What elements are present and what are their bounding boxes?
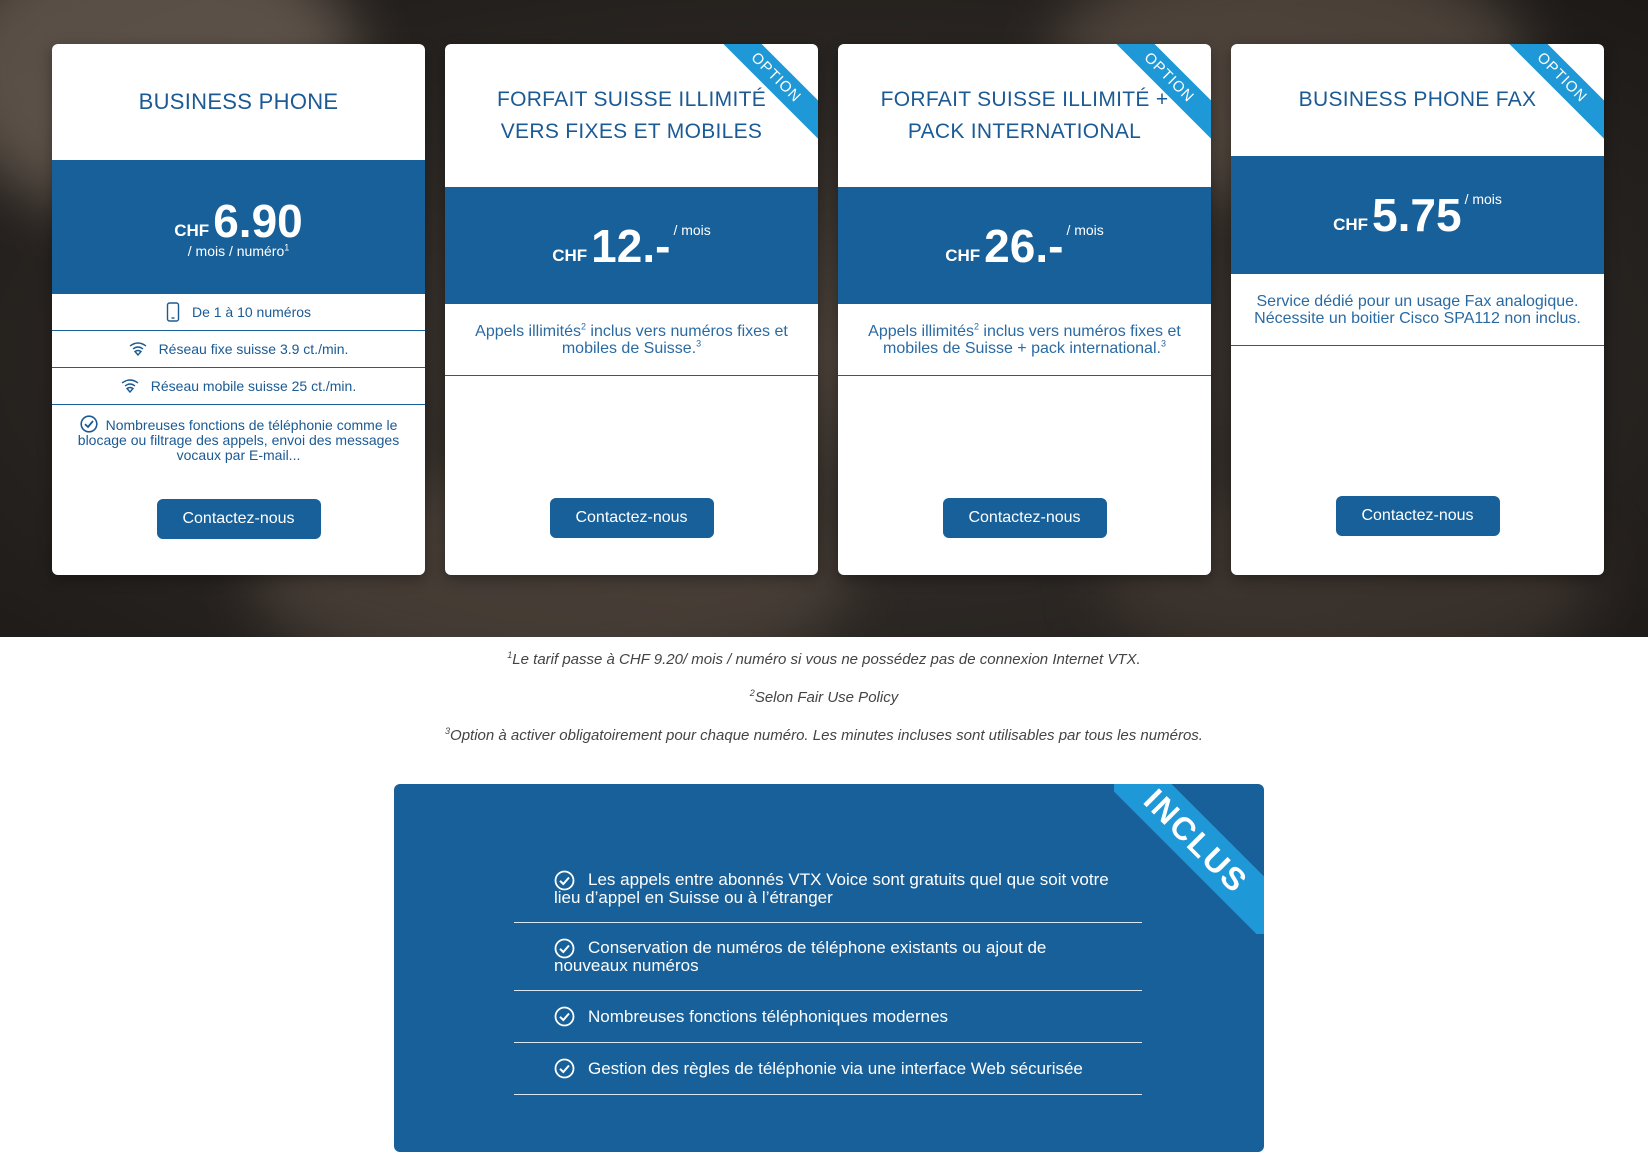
price-currency: CHF (552, 245, 588, 265)
check-circle-icon (554, 938, 575, 959)
price: CHF 12.- / mois (552, 220, 711, 272)
price: CHF 6.90 (174, 195, 302, 247)
contact-button[interactable]: Contactez-nous (1335, 496, 1500, 536)
list-item: Gestion des règles de téléphonie via une… (514, 1043, 1142, 1095)
list-item: Les appels entre abonnés VTX Voice sont … (514, 856, 1142, 923)
check-circle-icon (554, 1058, 575, 1079)
plan-description: Appels illimités2 inclus vers numéros fi… (445, 304, 818, 376)
price: CHF 5.75 / mois (1333, 189, 1502, 241)
option-ribbon: OPTION (1111, 44, 1211, 144)
option-ribbon: OPTION (1504, 44, 1604, 144)
plan-card-forfait-international: OPTION FORFAIT SUISSE ILLIMITÉ + PACK IN… (838, 44, 1211, 575)
price-band: CHF 5.75 / mois (1231, 156, 1604, 274)
contact-button[interactable]: Contactez-nous (942, 498, 1107, 538)
price-currency: CHF (1333, 215, 1369, 234)
feature-telephony-functions: Nombreuses fonctions de téléphonie comme… (77, 415, 400, 463)
footnote: 3Option à activer obligatoirement pour c… (445, 726, 1203, 745)
price-unit: / mois (673, 221, 711, 238)
price-amount: 6.90 (213, 195, 303, 247)
footnote: 1Le tarif passe à CHF 9.20/ mois / numér… (507, 650, 1141, 669)
price-period: / mois / numéro1 (187, 242, 290, 259)
mobile-icon (166, 302, 180, 322)
plan-title: BUSINESS PHONE (138, 89, 339, 114)
check-circle-icon (554, 1006, 575, 1027)
price-currency: CHF (174, 221, 210, 240)
wifi-icon (129, 342, 146, 356)
price-amount: 5.75 (1372, 189, 1462, 241)
plan-card-business-phone: BUSINESS PHONE CHF 6.90 / mois / numéro1… (52, 44, 425, 575)
option-ribbon: OPTION (718, 44, 818, 144)
feature-fixed-rate: Réseau fixe suisse 3.9 ct./min. (52, 331, 425, 368)
contact-button[interactable]: Contactez-nous (156, 499, 321, 539)
feature-mobile-rate: Réseau mobile suisse 25 ct./min. (52, 368, 425, 405)
check-circle-icon (79, 415, 98, 433)
plan-description: Service dédié pour un usage Fax analogiq… (1231, 274, 1604, 346)
plan-card-business-phone-fax: OPTION BUSINESS PHONE FAX CHF 5.75 / moi… (1231, 44, 1604, 575)
included-features-panel: INCLUS Les appels entre abonnés VTX Voic… (394, 784, 1264, 1152)
contact-button[interactable]: Contactez-nous (549, 498, 714, 538)
check-circle-icon (554, 870, 575, 891)
list-item: Nombreuses fonctions téléphoniques moder… (514, 991, 1142, 1043)
price-band: CHF 26.- / mois (838, 187, 1211, 304)
footnotes: 1Le tarif passe à CHF 9.20/ mois / numér… (0, 648, 1648, 762)
footnote: 2Selon Fair Use Policy (749, 688, 899, 707)
price-band: CHF 12.- / mois (445, 187, 818, 304)
plan-description: Appels illimités2 inclus vers numéros fi… (838, 304, 1211, 376)
price-amount: 26.- (984, 219, 1064, 272)
feature-numbers: De 1 à 10 numéros (52, 294, 425, 331)
price-band: CHF 6.90 / mois / numéro1 (52, 160, 425, 294)
price-amount: 12.- (591, 219, 671, 272)
price: CHF 26.- / mois (945, 220, 1104, 272)
included-list: Les appels entre abonnés VTX Voice sont … (514, 856, 1142, 1095)
plan-card-forfait-suisse: OPTION FORFAIT SUISSE ILLIMITÉ VERS FIXE… (445, 44, 818, 575)
price-currency: CHF (945, 245, 981, 265)
price-unit: / mois (1066, 221, 1104, 238)
wifi-icon (121, 379, 139, 393)
list-item: Conservation de numéros de téléphone exi… (514, 923, 1142, 991)
price-unit: / mois (1464, 191, 1502, 207)
